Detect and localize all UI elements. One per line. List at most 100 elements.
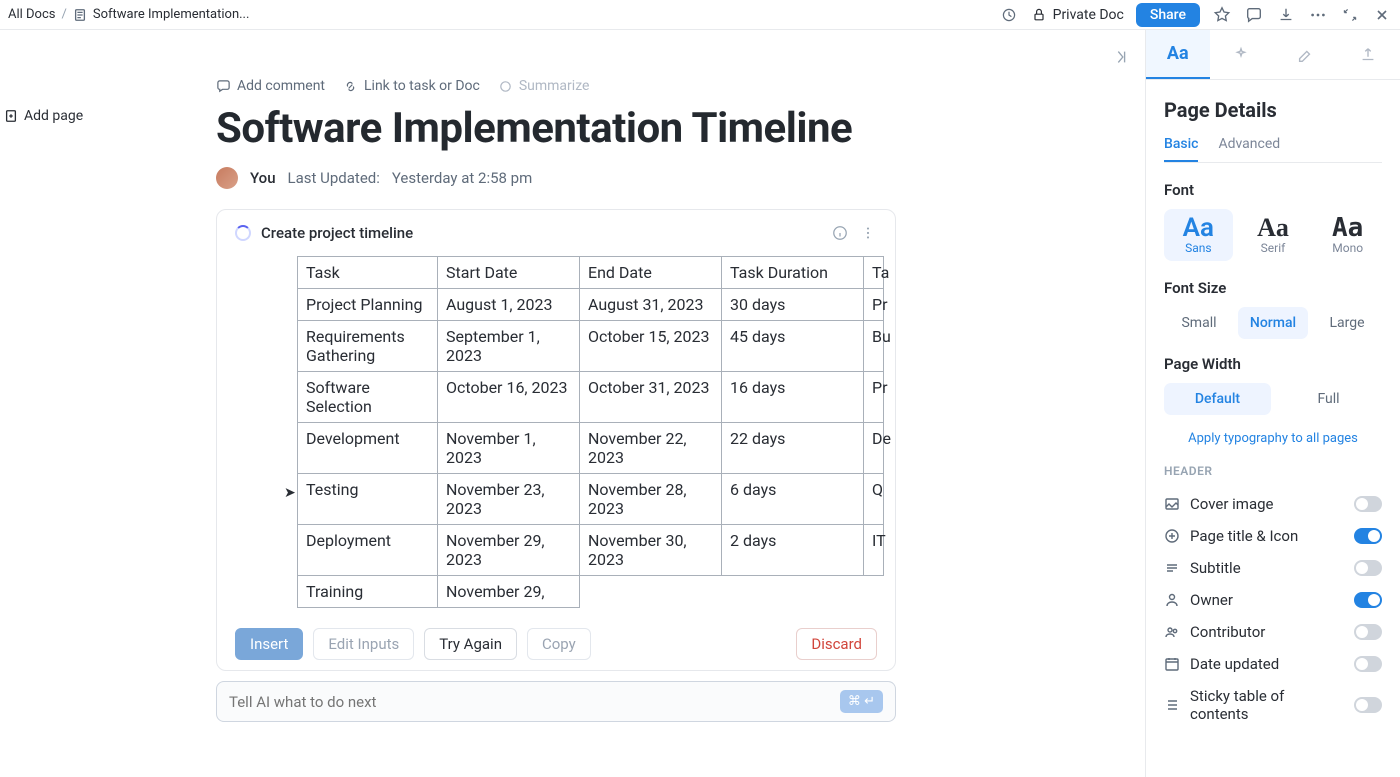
more-icon[interactable] <box>1308 5 1328 25</box>
table-cell[interactable]: Pr <box>864 289 884 321</box>
star-icon[interactable] <box>1212 5 1232 25</box>
close-icon[interactable] <box>1372 5 1392 25</box>
ai-input[interactable] <box>229 693 830 711</box>
width-default[interactable]: Default <box>1164 383 1271 415</box>
people-icon <box>1164 624 1180 640</box>
add-comment-button[interactable]: Add comment <box>216 78 325 94</box>
table-cell[interactable]: Software Selection <box>298 372 438 423</box>
panel-tabs: Aa <box>1146 30 1400 80</box>
switch-owner[interactable] <box>1354 592 1382 608</box>
add-page-icon <box>4 109 18 123</box>
width-full[interactable]: Full <box>1275 383 1382 415</box>
table-cell[interactable]: November 22, 2023 <box>580 423 722 474</box>
table-cell[interactable]: 30 days <box>722 289 864 321</box>
panel-collapse-icon[interactable] <box>1112 48 1130 70</box>
font-mono[interactable]: AaMono <box>1313 209 1382 261</box>
insert-button[interactable]: Insert <box>235 628 303 660</box>
table-cell[interactable]: Q <box>864 474 884 525</box>
avatar[interactable] <box>216 167 238 189</box>
breadcrumb-separator: / <box>62 7 67 22</box>
toggle-subtitle: Subtitle <box>1164 552 1382 584</box>
toggle-toc: Sticky table of contents <box>1164 680 1382 730</box>
subtitle-icon <box>1164 560 1180 576</box>
table-cell[interactable]: Bu <box>864 321 884 372</box>
table-cell[interactable]: Pr <box>864 372 884 423</box>
table-cell[interactable]: August 1, 2023 <box>438 289 580 321</box>
link-icon <box>343 79 358 94</box>
add-comment-label: Add comment <box>237 78 325 94</box>
table-cell[interactable]: 2 days <box>722 525 864 576</box>
table-cell[interactable]: Project Planning <box>298 289 438 321</box>
switch-subtitle[interactable] <box>1354 560 1382 576</box>
table-cell[interactable]: September 1, 2023 <box>438 321 580 372</box>
table-cell[interactable]: 6 days <box>722 474 864 525</box>
shortcut-badge[interactable]: ⌘ ↵ <box>840 690 883 713</box>
table-cell[interactable]: October 31, 2023 <box>580 372 722 423</box>
download-icon[interactable] <box>1276 5 1296 25</box>
table-cell[interactable]: De <box>864 423 884 474</box>
tab-typography[interactable]: Aa <box>1146 30 1210 79</box>
discard-button[interactable]: Discard <box>796 628 877 660</box>
history-icon[interactable] <box>999 5 1019 25</box>
font-size-label: Font Size <box>1164 279 1382 297</box>
table-cell[interactable]: November 1, 2023 <box>438 423 580 474</box>
table-cell[interactable]: Development <box>298 423 438 474</box>
table-cell[interactable]: 45 days <box>722 321 864 372</box>
ai-more-icon[interactable] <box>859 224 877 242</box>
tab-styles[interactable] <box>1273 30 1337 79</box>
table-cell[interactable]: Training <box>298 576 438 608</box>
add-page-button[interactable]: Add page <box>4 108 83 124</box>
page-title[interactable]: Software Implementation Timeline <box>216 104 896 153</box>
breadcrumb-doc[interactable]: Software Implementation... <box>93 7 250 22</box>
author-name[interactable]: You <box>250 169 276 187</box>
table-row: TrainingNovember 29, <box>298 576 884 608</box>
tab-export[interactable] <box>1337 30 1400 79</box>
table-cell[interactable]: October 16, 2023 <box>438 372 580 423</box>
switch-toc[interactable] <box>1354 697 1382 713</box>
switch-contributor[interactable] <box>1354 624 1382 640</box>
doc-icon <box>73 8 87 22</box>
ai-input-row[interactable]: ⌘ ↵ <box>216 681 896 722</box>
table-cell[interactable]: November 30, 2023 <box>580 525 722 576</box>
document: Add comment Link to task or Doc Summariz… <box>216 78 896 722</box>
info-icon[interactable] <box>831 224 849 242</box>
font-serif[interactable]: AaSerif <box>1239 209 1308 261</box>
try-again-button[interactable]: Try Again <box>424 628 517 660</box>
title-icon <box>1164 528 1180 544</box>
link-task-button[interactable]: Link to task or Doc <box>343 78 480 94</box>
table-cell[interactable]: IT <box>864 525 884 576</box>
edit-inputs-button[interactable]: Edit Inputs <box>313 628 414 660</box>
comment-icon[interactable] <box>1244 5 1264 25</box>
apply-typography-link[interactable]: Apply typography to all pages <box>1164 431 1382 446</box>
table-cell[interactable]: Requirements Gathering <box>298 321 438 372</box>
table-cell[interactable]: November 23, 2023 <box>438 474 580 525</box>
size-large[interactable]: Large <box>1312 307 1382 339</box>
table-cell[interactable]: 16 days <box>722 372 864 423</box>
switch-pagetitle[interactable] <box>1354 528 1382 544</box>
font-sans[interactable]: AaSans <box>1164 209 1233 261</box>
table-row: DevelopmentNovember 1, 2023November 22, … <box>298 423 884 474</box>
font-options: AaSans AaSerif AaMono <box>1164 209 1382 261</box>
tab-ai-settings[interactable] <box>1210 30 1274 79</box>
switch-dateupdated[interactable] <box>1354 656 1382 672</box>
subtab-advanced[interactable]: Advanced <box>1218 136 1280 162</box>
table-cell[interactable]: October 15, 2023 <box>580 321 722 372</box>
table-cell[interactable]: November 28, 2023 <box>580 474 722 525</box>
summarize-button[interactable]: Summarize <box>498 78 590 94</box>
privacy-button[interactable]: Private Doc <box>1031 7 1124 23</box>
size-small[interactable]: Small <box>1164 307 1234 339</box>
share-button[interactable]: Share <box>1136 3 1200 27</box>
table-cell[interactable]: Testing <box>298 474 438 525</box>
table-cell[interactable]: August 31, 2023 <box>580 289 722 321</box>
th-duration: Task Duration <box>722 257 864 289</box>
table-cell[interactable]: November 29, 2023 <box>438 525 580 576</box>
table-cell[interactable]: Deployment <box>298 525 438 576</box>
collapse-icon[interactable] <box>1340 5 1360 25</box>
switch-cover[interactable] <box>1354 496 1382 512</box>
copy-button[interactable]: Copy <box>527 628 591 660</box>
table-cell[interactable]: 22 days <box>722 423 864 474</box>
table-cell[interactable]: November 29, <box>438 576 580 608</box>
breadcrumb-root[interactable]: All Docs <box>8 7 56 22</box>
size-normal[interactable]: Normal <box>1238 307 1308 339</box>
subtab-basic[interactable]: Basic <box>1164 136 1198 162</box>
